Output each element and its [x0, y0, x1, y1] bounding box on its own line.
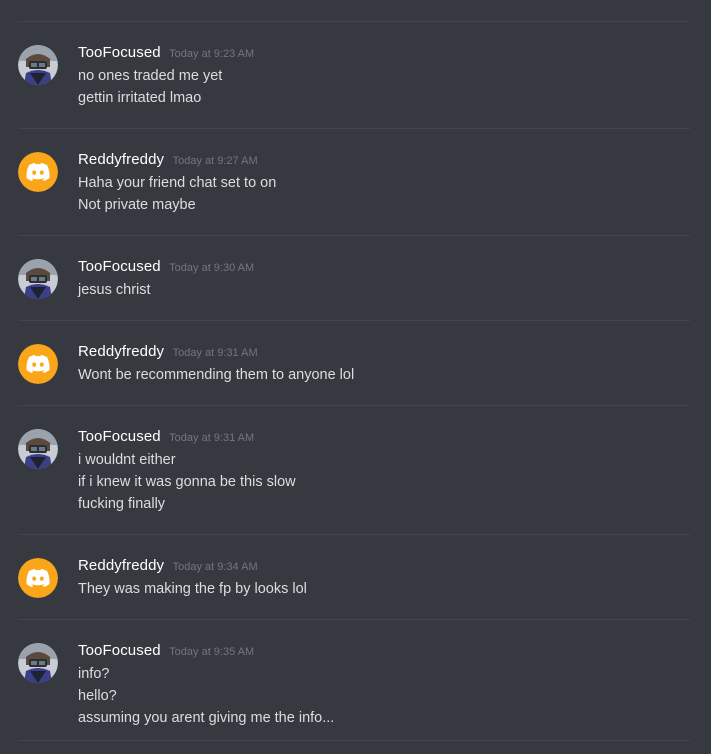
message-text: Not private maybe	[78, 197, 196, 213]
timestamp: Today at 9:30 AM	[169, 262, 255, 274]
message-text: jesus christ	[78, 282, 151, 298]
user-photo-avatar[interactable]	[18, 45, 58, 85]
username[interactable]: Reddyfreddy	[78, 151, 164, 168]
message-text: assuming you arent giving me the info...	[78, 710, 335, 726]
message-text: They was making the fp by looks lol	[78, 581, 307, 597]
user-photo-avatar[interactable]	[18, 643, 58, 683]
message-text: hello?	[78, 688, 117, 704]
chat-message-list: TooFocused Today at 9:23 AM no ones trad…	[0, 0, 711, 754]
message-divider	[18, 619, 690, 620]
username[interactable]: Reddyfreddy	[78, 557, 164, 574]
message-divider	[18, 405, 690, 406]
message-text: info?	[78, 666, 110, 682]
timestamp: Today at 9:31 AM	[172, 347, 258, 359]
username[interactable]: TooFocused	[78, 44, 161, 61]
timestamp: Today at 9:23 AM	[169, 48, 255, 60]
discord-logo-avatar[interactable]	[18, 344, 58, 384]
username[interactable]: Reddyfreddy	[78, 343, 164, 360]
timestamp: Today at 9:35 AM	[169, 646, 255, 658]
message-text: fucking finally	[78, 496, 166, 512]
message-divider	[18, 235, 690, 236]
message-text: if i knew it was gonna be this slow	[78, 474, 296, 490]
username[interactable]: TooFocused	[78, 428, 161, 445]
message-divider	[18, 534, 690, 535]
message-text: i wouldnt either	[78, 452, 176, 468]
user-photo-avatar[interactable]	[18, 259, 58, 299]
user-photo-avatar[interactable]	[18, 429, 58, 469]
message-divider	[18, 320, 690, 321]
username[interactable]: TooFocused	[78, 258, 161, 275]
message-text: Haha your friend chat set to on	[78, 175, 277, 191]
message-text: Wont be recommending them to anyone lol	[78, 367, 355, 383]
message-divider	[18, 740, 690, 741]
timestamp: Today at 9:34 AM	[172, 561, 258, 573]
timestamp: Today at 9:27 AM	[172, 155, 258, 167]
username[interactable]: TooFocused	[78, 642, 161, 659]
timestamp: Today at 9:31 AM	[169, 432, 255, 444]
message-text: gettin irritated lmao	[78, 90, 202, 106]
discord-logo-avatar[interactable]	[18, 152, 58, 192]
message-divider	[18, 21, 690, 22]
message-text: no ones traded me yet	[78, 68, 223, 84]
message-divider	[18, 128, 690, 129]
discord-logo-avatar[interactable]	[18, 558, 58, 598]
